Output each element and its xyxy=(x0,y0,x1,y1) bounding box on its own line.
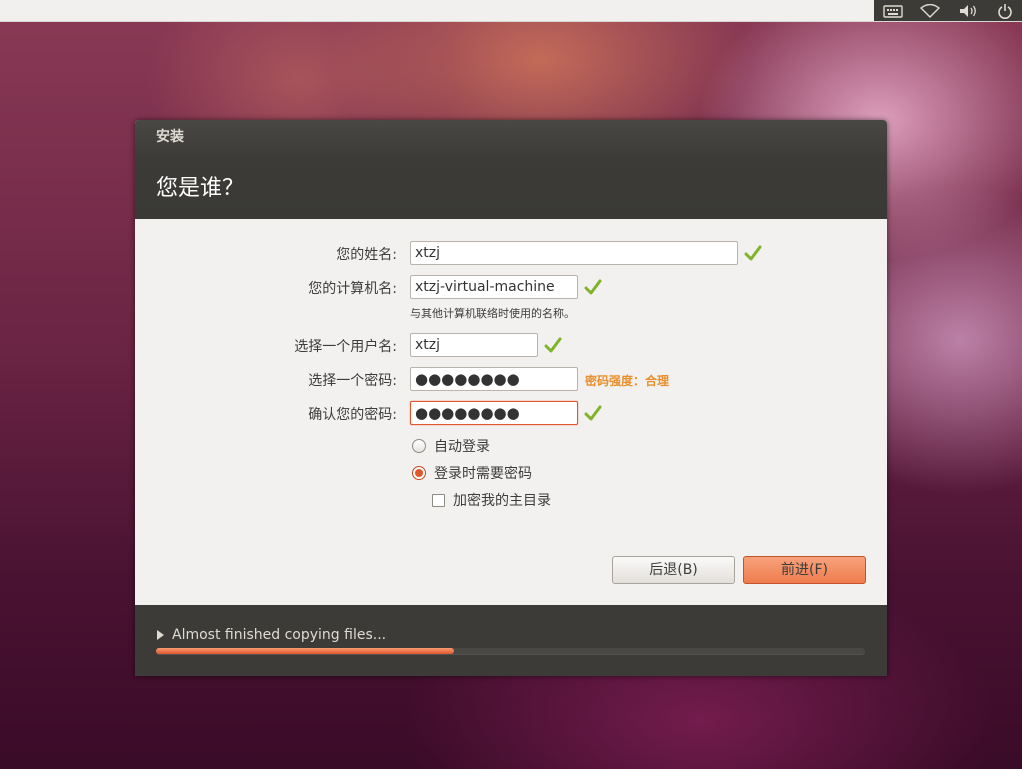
confirm-password-valid-check-icon xyxy=(584,405,602,421)
computer-name-hint: 与其他计算机联络时使用的名称。 xyxy=(410,307,575,320)
next-button[interactable]: 前进(F) xyxy=(743,556,866,584)
progress-bar-fill xyxy=(156,648,454,654)
progress-footer: Almost finished copying files... xyxy=(135,605,887,676)
require-password-option[interactable]: 登录时需要密码 xyxy=(412,463,532,483)
require-password-radio[interactable] xyxy=(412,466,426,480)
top-panel xyxy=(0,0,1022,22)
back-button[interactable]: 后退(B) xyxy=(612,556,735,584)
password-label: 选择一个密码: xyxy=(308,373,397,389)
expander-arrow-icon xyxy=(157,630,164,640)
keyboard-icon[interactable] xyxy=(883,4,903,18)
require-password-label: 登录时需要密码 xyxy=(434,466,532,482)
window-title: 安装 xyxy=(156,129,184,145)
volume-icon[interactable] xyxy=(958,4,980,18)
window-header: 安装 您是谁？ xyxy=(135,120,887,219)
name-label: 您的姓名: xyxy=(336,247,397,263)
username-label: 选择一个用户名: xyxy=(294,339,397,355)
computer-name-valid-check-icon xyxy=(584,279,602,295)
computer-name-field[interactable]: xtzj-virtual-machine xyxy=(410,275,578,299)
autologin-option[interactable]: 自动登录 xyxy=(412,436,490,456)
installer-window: 安装 您是谁？ 您的姓名: xtzj 您的计算机名: xtzj-virtual-… xyxy=(135,120,887,676)
user-form: 您的姓名: xtzj 您的计算机名: xtzj-virtual-machine … xyxy=(135,219,887,605)
encrypt-home-label: 加密我的主目录 xyxy=(453,493,551,509)
username-field[interactable]: xtzj xyxy=(410,333,538,357)
autologin-label: 自动登录 xyxy=(434,439,490,455)
progress-bar xyxy=(156,648,865,655)
password-field[interactable]: ●●●●●●●● xyxy=(410,367,578,391)
name-valid-check-icon xyxy=(744,245,762,261)
progress-status-text: Almost finished copying files... xyxy=(172,627,387,643)
wifi-icon[interactable] xyxy=(920,3,941,18)
autologin-radio[interactable] xyxy=(412,439,426,453)
confirm-password-label: 确认您的密码: xyxy=(308,407,397,423)
name-field[interactable]: xtzj xyxy=(410,241,738,265)
power-icon[interactable] xyxy=(997,3,1013,19)
progress-expander[interactable]: Almost finished copying files... xyxy=(157,627,386,643)
page-title: 您是谁？ xyxy=(156,176,245,201)
indicator-area xyxy=(874,0,1022,21)
encrypt-home-option[interactable]: 加密我的主目录 xyxy=(432,490,551,510)
computer-name-label: 您的计算机名: xyxy=(308,281,397,297)
username-valid-check-icon xyxy=(544,337,562,353)
password-strength-label: 密码强度：合理 xyxy=(585,374,670,388)
encrypt-home-checkbox[interactable] xyxy=(432,493,445,507)
confirm-password-field[interactable]: ●●●●●●●● xyxy=(410,401,578,425)
